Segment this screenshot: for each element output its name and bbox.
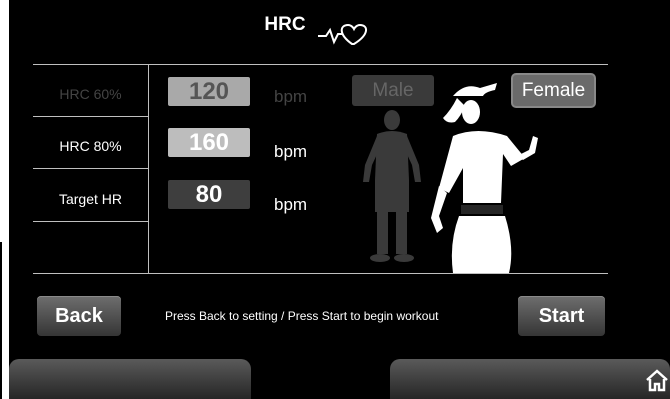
heart-pulse-icon <box>318 23 367 45</box>
bottom-left-tab[interactable] <box>9 359 251 399</box>
table-bottom-line <box>33 273 608 274</box>
back-button[interactable]: Back <box>37 296 121 336</box>
target-hr-value[interactable]: 80 <box>168 180 250 209</box>
female-figure-icon <box>431 83 538 273</box>
hrc60-value[interactable]: 120 <box>168 77 250 106</box>
bottom-right-tab[interactable] <box>390 359 670 399</box>
row-divider <box>33 116 148 117</box>
table-top-line <box>33 64 608 65</box>
hrc60-unit: bpm <box>274 87 308 106</box>
page-title-text: HRC <box>264 14 306 35</box>
hrc80-value[interactable]: 160 <box>168 128 250 157</box>
hrc80-label: HRC 80% <box>59 138 122 154</box>
male-figure-icon <box>363 110 421 262</box>
row-divider <box>33 221 148 222</box>
female-button[interactable]: Female <box>513 75 594 106</box>
frame-edge <box>0 242 2 399</box>
hrc60-label: HRC 60% <box>59 86 122 102</box>
row-divider <box>33 168 148 169</box>
male-button[interactable]: Male <box>352 75 434 106</box>
target-hr-unit: bpm <box>274 195 308 214</box>
hrc80-unit: bpm <box>274 142 308 161</box>
start-button[interactable]: Start <box>518 296 605 336</box>
instruction-text: Press Back to setting / Press Start to b… <box>165 309 439 323</box>
table-divider <box>148 64 149 274</box>
target-hr-label: Target HR <box>58 191 123 207</box>
home-icon[interactable] <box>645 368 669 392</box>
